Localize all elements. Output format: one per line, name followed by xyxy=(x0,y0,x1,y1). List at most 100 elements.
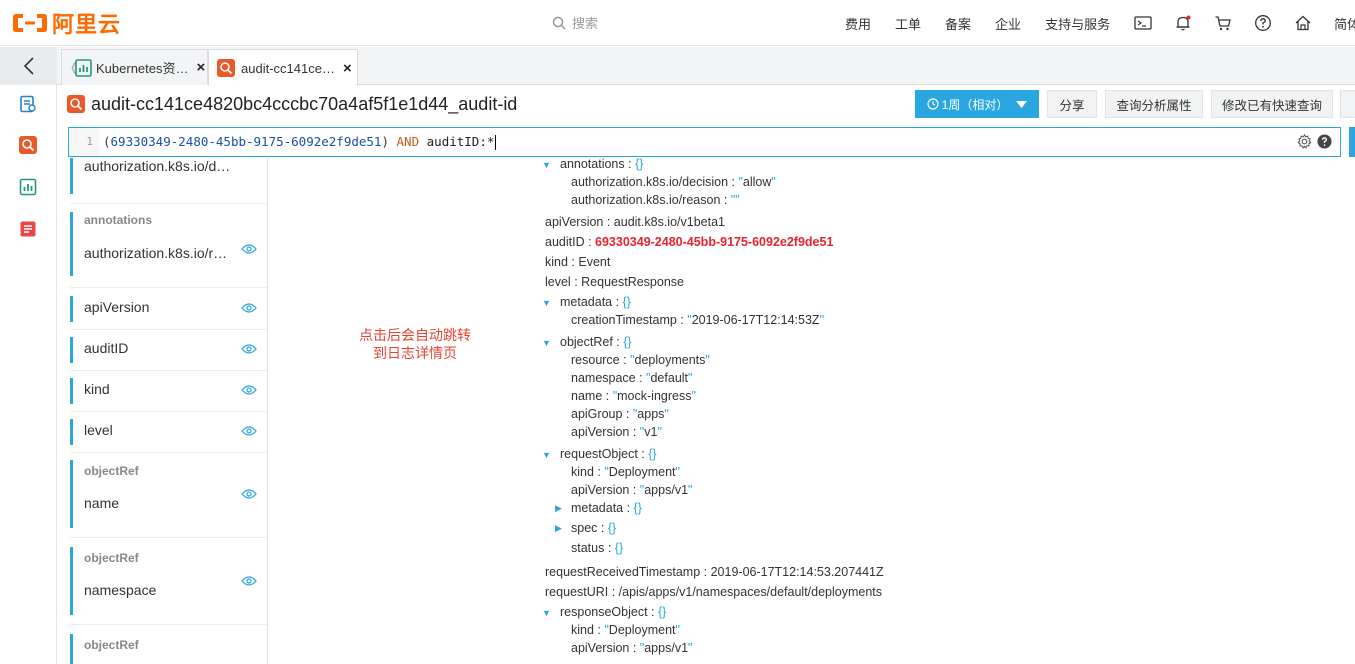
eye-icon[interactable] xyxy=(241,575,257,587)
nav-icp[interactable]: 备案 xyxy=(945,14,971,33)
nav-tickets[interactable]: 工单 xyxy=(895,14,921,33)
field-item[interactable]: objectRef name xyxy=(70,456,267,538)
caret-down-icon[interactable]: ▼ xyxy=(542,160,551,170)
close-icon[interactable]: × xyxy=(343,60,352,77)
log-row: level : RequestResponse xyxy=(545,275,684,289)
aliyun-logo[interactable]: 阿里云 xyxy=(12,9,121,37)
eye-icon[interactable] xyxy=(241,384,257,396)
field-item[interactable]: objectRef namespace xyxy=(70,543,267,625)
field-accent xyxy=(70,419,73,445)
log-row: apiVersion : "v1" xyxy=(571,425,662,439)
top-nav: 费用 工单 备案 企业 支持与服务 简体中 xyxy=(845,0,1355,46)
field-accent xyxy=(70,378,73,404)
log-row: namespace : "default" xyxy=(571,371,693,385)
query-text[interactable]: (69330349-2480-45bb-9175-6092e2f9de51) A… xyxy=(103,128,497,156)
close-icon[interactable]: × xyxy=(197,59,206,76)
log-row: status : {} xyxy=(571,541,624,555)
tab-kubernetes[interactable]: Kubernetes资… × xyxy=(61,49,208,85)
indexed-fields-panel: authorization.k8s.io/d… annotations auth… xyxy=(58,158,268,664)
field-item[interactable]: annotations authorization.k8s.io/r… xyxy=(70,208,267,288)
eye-icon[interactable] xyxy=(241,243,257,255)
field-group: objectRef xyxy=(84,551,139,565)
annotation-line: 点击后会自动跳转 xyxy=(359,327,471,343)
caret-down-icon[interactable]: ▼ xyxy=(542,608,551,618)
search-placeholder: 搜索 xyxy=(572,16,599,31)
field-name: kind xyxy=(84,381,110,397)
search-query-icon[interactable] xyxy=(19,136,37,154)
caret-down-icon[interactable]: ▼ xyxy=(542,338,551,348)
tab-label: audit-cc141ce… xyxy=(241,60,335,76)
alert-report-icon[interactable] xyxy=(19,220,37,238)
more-button[interactable] xyxy=(1340,90,1355,118)
nav-billing[interactable]: 费用 xyxy=(845,14,871,33)
field-item[interactable]: objectRef xyxy=(70,630,267,664)
log-row: objectRef : {} xyxy=(560,335,632,349)
eye-icon[interactable] xyxy=(241,302,257,314)
query-editor[interactable]: 1 (69330349-2480-45bb-9175-6092e2f9de51)… xyxy=(68,127,1341,157)
log-row: requestReceivedTimestamp : 2019-06-17T12… xyxy=(545,565,884,579)
log-row: apiVersion : "apps/v1" xyxy=(571,641,693,655)
global-search[interactable]: 搜索 xyxy=(552,13,598,32)
field-group: objectRef xyxy=(84,638,139,652)
language-switch[interactable]: 简体中 xyxy=(1334,14,1355,33)
clock-icon xyxy=(927,98,939,110)
log-row: authorization.k8s.io/decision : "allow" xyxy=(571,175,776,189)
field-accent xyxy=(70,158,73,194)
nav-enterprise[interactable]: 企业 xyxy=(995,14,1021,33)
text-caret xyxy=(495,135,497,150)
caret-down-icon[interactable]: ▼ xyxy=(542,298,551,308)
field-accent xyxy=(70,212,73,276)
time-range-label: 1周（相对） xyxy=(941,97,1009,112)
help-circle-icon[interactable] xyxy=(1317,134,1332,149)
field-item[interactable]: authorization.k8s.io/d… xyxy=(70,158,267,204)
log-row: authorization.k8s.io/reason : "" xyxy=(571,193,740,207)
share-button[interactable]: 分享 xyxy=(1047,90,1097,118)
field-item[interactable]: kind xyxy=(70,372,267,412)
query-analysis-properties-button[interactable]: 查询分析属性 xyxy=(1105,90,1203,118)
log-row: requestObject : {} xyxy=(560,447,657,461)
logstore-icon[interactable] xyxy=(19,95,37,113)
cart-icon[interactable] xyxy=(1214,14,1232,32)
log-row: apiGroup : "apps" xyxy=(571,407,669,421)
field-name: apiVersion xyxy=(84,299,150,315)
bell-icon[interactable] xyxy=(1174,14,1192,32)
eye-icon[interactable] xyxy=(241,488,257,500)
annotation-line: 到日志详情页 xyxy=(373,345,457,361)
help-icon[interactable] xyxy=(1254,14,1272,32)
query-operator: AND xyxy=(396,134,420,149)
modify-saved-search-button[interactable]: 修改已有快速查询 xyxy=(1211,90,1333,118)
field-group: objectRef xyxy=(84,464,139,478)
log-row: name : "mock-ingress" xyxy=(571,389,696,403)
field-name: level xyxy=(84,422,113,438)
log-row: apiVersion : "apps/v1" xyxy=(571,483,693,497)
eye-icon[interactable] xyxy=(241,343,257,355)
nav-support[interactable]: 支持与服务 xyxy=(1045,14,1110,33)
field-item[interactable]: level xyxy=(70,413,267,453)
field-accent xyxy=(70,296,73,322)
caret-down-icon[interactable]: ▼ xyxy=(542,450,551,460)
home-icon[interactable] xyxy=(1294,14,1312,32)
caret-right-icon[interactable]: ▶ xyxy=(555,523,562,534)
page-header: audit-cc141ce4820bc4cccbc70a4af5f1e1d44_… xyxy=(67,91,517,117)
field-accent xyxy=(70,547,73,615)
terminal-icon[interactable] xyxy=(1134,15,1152,31)
caret-right-icon[interactable]: ▶ xyxy=(555,503,562,514)
chevron-left-icon xyxy=(23,57,34,75)
query-keyword: 69330349-2480-45bb-9175-6092e2f9de51 xyxy=(110,134,382,149)
field-accent xyxy=(70,634,73,664)
field-name: auditID xyxy=(84,340,129,356)
time-range-button[interactable]: 1周（相对） xyxy=(915,90,1039,118)
highlighted-audit-id: 69330349-2480-45bb-9175-6092e2f9de51 xyxy=(595,235,834,249)
log-row: apiVersion : audit.k8s.io/v1beta1 xyxy=(545,215,725,229)
tab-audit[interactable]: audit-cc141ce… × xyxy=(208,49,358,86)
eye-icon[interactable] xyxy=(241,425,257,437)
gear-icon[interactable] xyxy=(1297,134,1312,149)
field-item[interactable]: auditID xyxy=(70,331,267,371)
field-item[interactable]: apiVersion xyxy=(70,290,267,330)
dashboard-icon[interactable] xyxy=(19,178,37,196)
field-name: authorization.k8s.io/d… xyxy=(84,158,231,174)
log-row: metadata : {} xyxy=(560,295,631,309)
query-run-button[interactable] xyxy=(1349,127,1355,157)
field-name: namespace xyxy=(84,582,157,598)
collapse-button[interactable] xyxy=(0,47,57,85)
